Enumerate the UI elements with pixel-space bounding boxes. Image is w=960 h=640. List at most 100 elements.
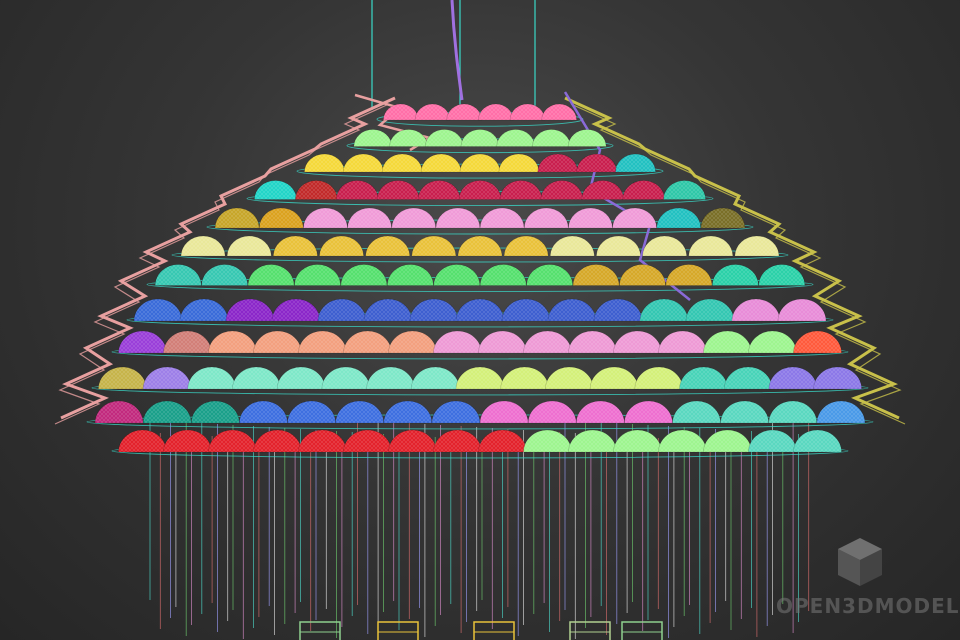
lamp-shade	[478, 330, 527, 354]
lamp-shade	[414, 103, 451, 121]
lamp-shade	[133, 298, 183, 322]
lamp-shade	[409, 298, 459, 322]
lamp-shade	[665, 264, 713, 286]
lamp-shade	[232, 366, 281, 390]
cube-icon	[838, 538, 882, 586]
lamp-shade	[685, 298, 735, 322]
lamp-shade	[94, 400, 144, 424]
lamp-shade-mesh	[254, 180, 297, 200]
lamp-shade	[343, 429, 392, 453]
lamp-shade	[433, 264, 481, 286]
lamp-shade	[615, 153, 656, 173]
lamp-shade-mesh	[388, 331, 437, 353]
lamp-shade-mesh	[163, 331, 212, 353]
lamp-shade	[446, 103, 482, 121]
lamp-shade	[572, 264, 620, 286]
lamp-shade	[420, 153, 462, 173]
lamp-shade-mesh	[226, 299, 274, 321]
lamp-shade-mesh	[703, 331, 752, 353]
lamp-shade	[433, 330, 482, 354]
lamp-shade	[258, 207, 304, 229]
3d-viewport[interactable]: OPEN3DMODEL	[0, 0, 960, 640]
floor-box	[473, 621, 515, 640]
lamp-shade-mesh	[239, 401, 288, 423]
lamp-shade	[276, 366, 326, 390]
lamp-shade	[568, 330, 617, 354]
lamp-shade-mesh	[134, 299, 182, 321]
lamp-shade-mesh	[634, 367, 683, 389]
lamp-shade-mesh	[298, 430, 347, 452]
lamp-shade-mesh	[576, 154, 617, 172]
lamp-shade-mesh	[573, 264, 620, 286]
lamp-shade	[589, 366, 639, 390]
lamp-shade	[723, 366, 773, 390]
lamp-shade	[304, 153, 345, 173]
lamp-shade-mesh	[411, 236, 456, 256]
lamp-shade	[777, 298, 827, 322]
lamp-shade-mesh	[590, 367, 639, 389]
lamp-shade	[498, 153, 540, 173]
lamp-shade	[459, 153, 501, 173]
lamp-shade-mesh	[540, 180, 583, 200]
lamp-shade	[287, 400, 336, 424]
lamp-shade	[712, 264, 759, 286]
lamp-shade-mesh	[793, 430, 842, 452]
lamp-shade	[613, 330, 662, 354]
lamp-shade-mesh	[480, 401, 529, 423]
lamp-shade-mesh	[180, 299, 228, 321]
lamp-shade	[273, 235, 318, 257]
lamp-shade	[424, 129, 464, 147]
lamp-shade	[501, 298, 551, 322]
lamp-shade-mesh	[294, 264, 341, 286]
lamp-shade-mesh	[658, 430, 707, 452]
floor-box	[377, 621, 419, 640]
lamp-shade-mesh	[568, 331, 617, 353]
lamp-shade	[417, 180, 461, 200]
lamp-shade	[634, 366, 684, 390]
lamp-shade-mesh	[319, 236, 364, 256]
lamp-shade-mesh	[364, 299, 412, 321]
lamp-shade	[593, 298, 643, 322]
lamp-shade-mesh	[541, 104, 577, 120]
lamp-shade	[537, 153, 579, 173]
lamp-shade-mesh	[383, 103, 419, 120]
lamp-shade-mesh	[732, 299, 780, 321]
lamp-shade-mesh	[478, 430, 527, 452]
lamp-shade	[731, 298, 781, 322]
lamp-shade-mesh	[347, 208, 392, 228]
lamp-shade-mesh	[748, 430, 797, 452]
lamp-shade-mesh	[640, 299, 688, 321]
lamp-shade-mesh	[353, 129, 392, 147]
lamp-shade	[208, 330, 257, 354]
lamp-shade-mesh	[523, 331, 572, 353]
lamp-shade-mesh	[181, 236, 226, 256]
lamp-shade-mesh	[118, 331, 167, 353]
lamp-shade	[688, 235, 734, 257]
lamp-shade	[720, 400, 769, 424]
lamp-shade	[179, 298, 229, 322]
lamp-shade-mesh	[433, 264, 480, 286]
lamp-shade	[658, 429, 707, 453]
lamp-shade	[340, 264, 388, 286]
lamp-shade	[547, 298, 597, 322]
lamp-shade	[455, 366, 505, 390]
lamp-shade	[613, 429, 662, 453]
lamp-shade	[163, 330, 212, 354]
lamp-shade-mesh	[748, 331, 797, 353]
lamp-shade-mesh	[778, 299, 826, 321]
lamp-shade-mesh	[387, 264, 434, 286]
lamp-shade-mesh	[435, 208, 480, 228]
lamp-shade	[118, 330, 167, 354]
lamp-shade-mesh	[720, 401, 769, 423]
lamp-shade-mesh	[391, 208, 436, 228]
lamp-shade-mesh	[768, 401, 817, 423]
lamp-shade	[383, 400, 433, 424]
lamp-shade-mesh	[500, 367, 549, 389]
lamp-shade-mesh	[118, 430, 167, 452]
lamp-shade-mesh	[504, 236, 549, 256]
lamp-shade	[496, 129, 536, 147]
lamp-shade	[568, 207, 613, 229]
lamp-shade-mesh	[499, 180, 542, 200]
lamp-shade	[347, 207, 392, 229]
lamp-shade	[187, 366, 237, 390]
